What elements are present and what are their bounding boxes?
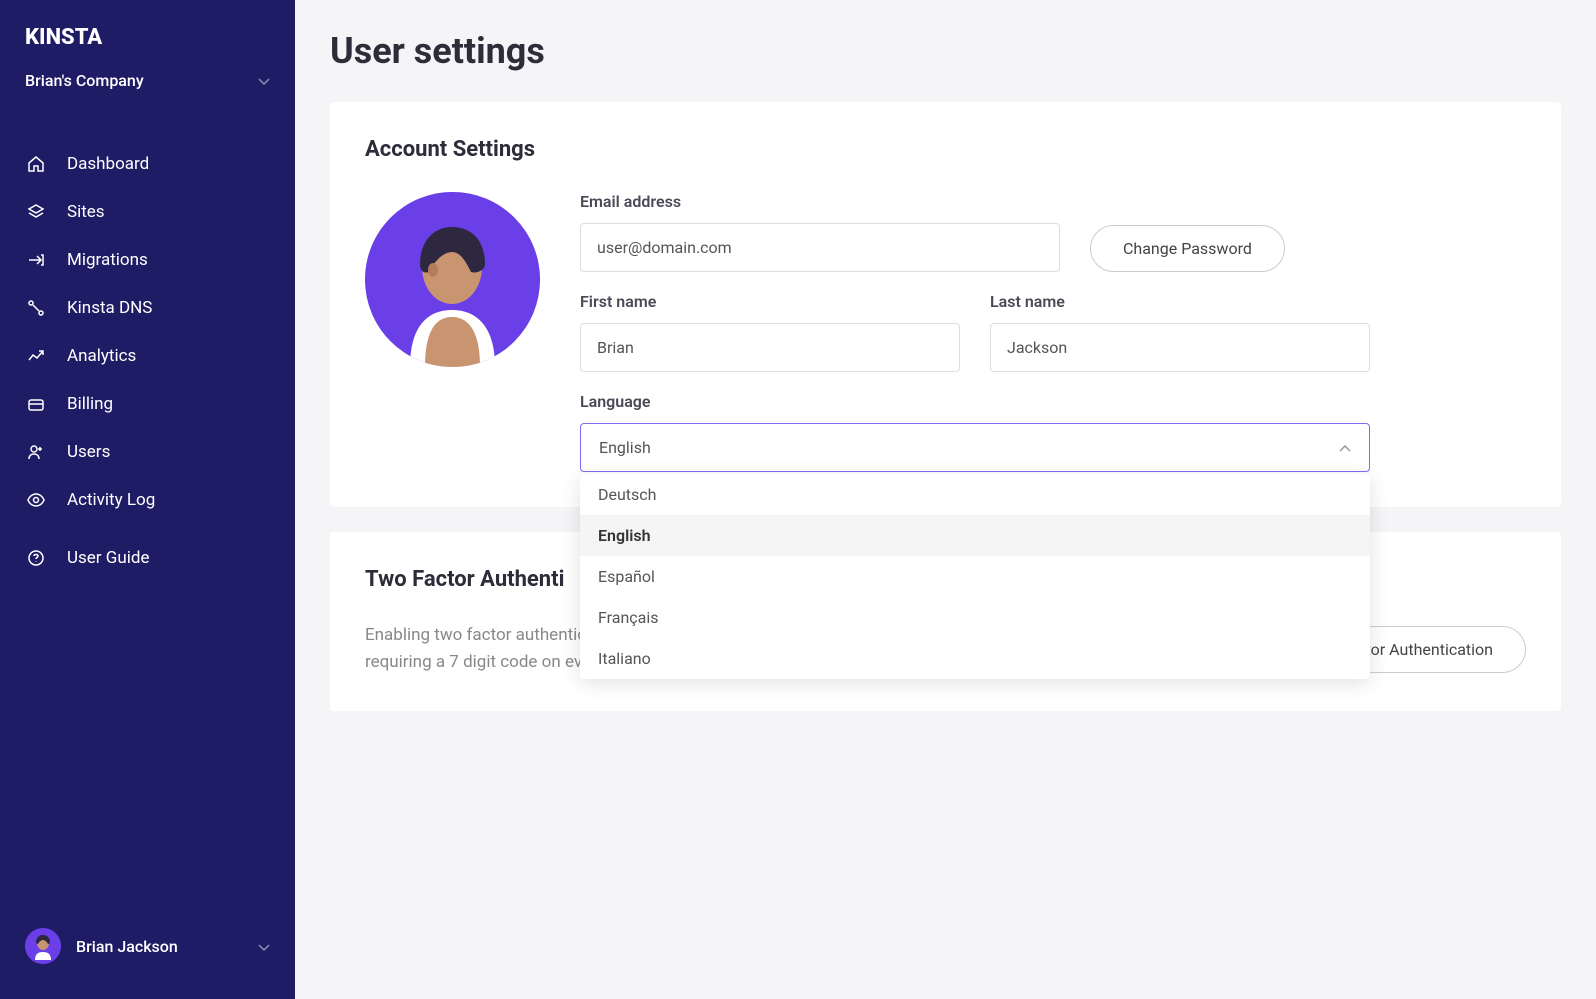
sidebar-item-user-guide[interactable]: User Guide (0, 534, 295, 582)
language-select[interactable]: English (580, 423, 1370, 472)
layers-icon (25, 201, 47, 223)
language-option-deutsch[interactable]: Deutsch (580, 474, 1370, 515)
sidebar-item-label: User Guide (67, 548, 149, 568)
billing-icon (25, 393, 47, 415)
sidebar-item-label: Dashboard (67, 154, 149, 174)
main-content: User settings Account Settings Email (295, 0, 1596, 999)
first-name-input[interactable] (580, 323, 960, 372)
sidebar-item-sites[interactable]: Sites (0, 188, 295, 236)
sidebar-item-dns[interactable]: Kinsta DNS (0, 284, 295, 332)
chevron-down-icon (258, 937, 270, 956)
user-footer[interactable]: Brian Jackson (0, 913, 295, 979)
account-settings-card: Account Settings Email address (330, 102, 1561, 507)
account-settings-heading: Account Settings (365, 137, 1526, 162)
sidebar-item-label: Sites (67, 202, 105, 222)
sidebar-item-activity-log[interactable]: Activity Log (0, 476, 295, 524)
sidebar-item-label: Billing (67, 394, 113, 414)
chevron-down-icon (258, 71, 270, 90)
last-name-input[interactable] (990, 323, 1370, 372)
avatar-large[interactable] (365, 192, 540, 367)
sidebar-item-users[interactable]: Users (0, 428, 295, 476)
company-name: Brian's Company (25, 71, 144, 90)
eye-icon (25, 489, 47, 511)
sidebar-item-label: Migrations (67, 250, 148, 270)
change-password-button[interactable]: Change Password (1090, 225, 1285, 272)
svg-text:KINSTA: KINSTA (25, 25, 102, 49)
users-icon (25, 441, 47, 463)
company-selector[interactable]: Brian's Company (0, 71, 295, 120)
logo: KINSTA (0, 20, 295, 71)
sidebar-item-billing[interactable]: Billing (0, 380, 295, 428)
sidebar-item-label: Analytics (67, 346, 136, 366)
sidebar-item-migrations[interactable]: Migrations (0, 236, 295, 284)
language-option-francais[interactable]: Français (580, 597, 1370, 638)
arrow-icon (25, 249, 47, 271)
avatar-small (25, 928, 61, 964)
email-input[interactable] (580, 223, 1060, 272)
sidebar-item-analytics[interactable]: Analytics (0, 332, 295, 380)
language-dropdown: Deutsch English Español Français Italian… (580, 474, 1370, 679)
first-name-label: First name (580, 292, 960, 311)
sidebar-item-dashboard[interactable]: Dashboard (0, 140, 295, 188)
kinsta-logo-icon: KINSTA (25, 25, 135, 49)
footer-user-name: Brian Jackson (76, 937, 258, 956)
home-icon (25, 153, 47, 175)
help-icon (25, 547, 47, 569)
language-option-italiano[interactable]: Italiano (580, 638, 1370, 679)
sidebar-item-label: Kinsta DNS (67, 298, 152, 318)
sidebar-item-label: Activity Log (67, 490, 155, 510)
language-option-espanol[interactable]: Español (580, 556, 1370, 597)
chart-icon (25, 345, 47, 367)
sidebar-item-label: Users (67, 442, 110, 462)
last-name-label: Last name (990, 292, 1370, 311)
language-selected-value: English (599, 438, 651, 457)
language-option-english[interactable]: English (580, 515, 1370, 556)
language-label: Language (580, 392, 1370, 411)
chevron-up-icon (1339, 438, 1351, 457)
dns-icon (25, 297, 47, 319)
sidebar: KINSTA Brian's Company Dashboard Sites M… (0, 0, 295, 999)
nav-items: Dashboard Sites Migrations Kinsta DNS An… (0, 120, 295, 913)
page-title: User settings (330, 30, 1561, 72)
email-label: Email address (580, 192, 1060, 211)
